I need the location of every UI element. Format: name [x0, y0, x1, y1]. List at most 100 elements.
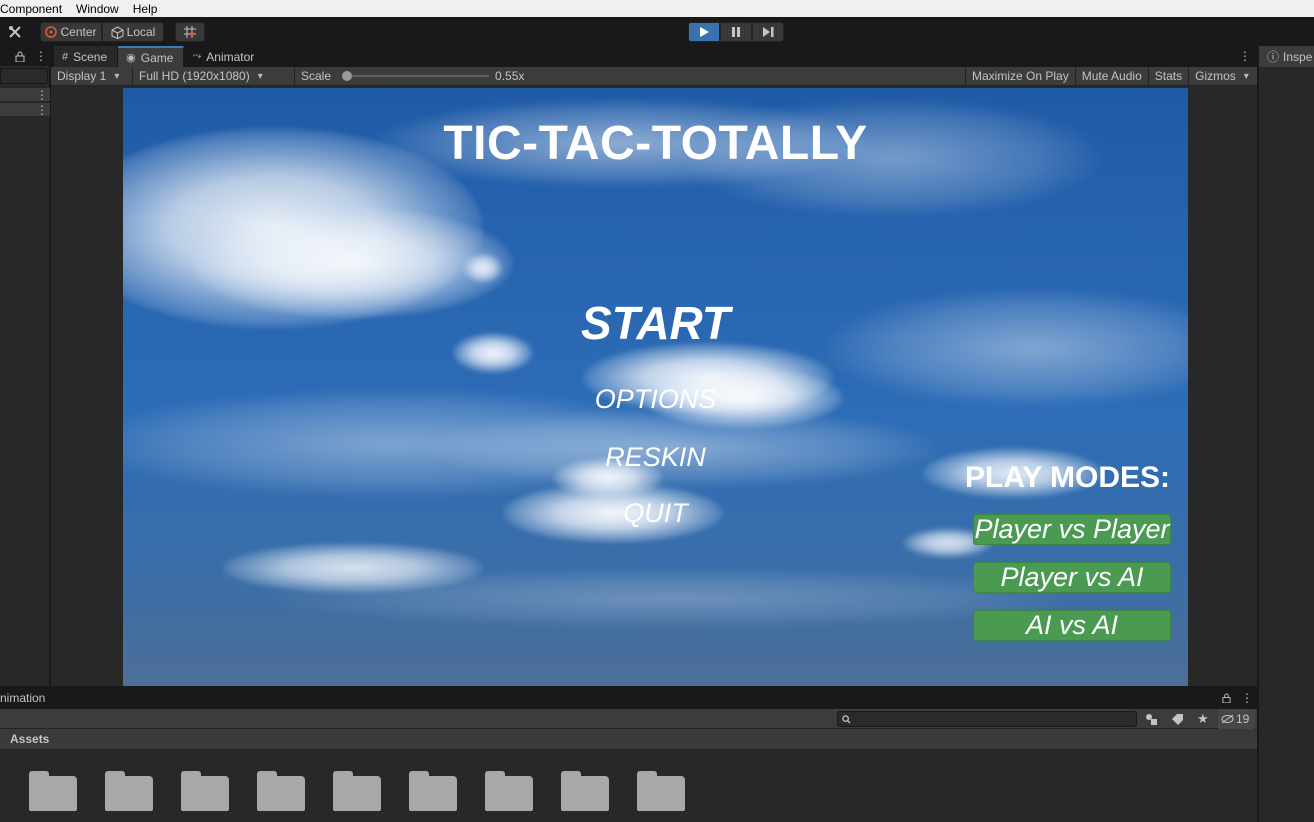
scale-slider-thumb[interactable] — [342, 71, 353, 81]
folder-icon[interactable] — [29, 771, 77, 811]
pivot-local-button[interactable]: Local — [102, 22, 164, 42]
mode-player-vs-player-button[interactable]: Player vs Player — [973, 514, 1171, 545]
scale-label: Scale — [301, 69, 332, 83]
row-menu-icon[interactable]: ⋮ — [36, 103, 48, 117]
hidden-packages-toggle[interactable]: 19 — [1218, 709, 1255, 729]
eye-slash-icon — [1221, 714, 1234, 724]
assets-label[interactable]: Assets — [10, 732, 49, 746]
play-modes-heading: PLAY MODES: — [965, 461, 1171, 494]
local-label: Local — [126, 25, 156, 39]
game-viewport[interactable]: TIC-TAC-TOTALLY START OPTIONS RESKIN QUI… — [123, 88, 1188, 686]
step-button[interactable] — [752, 22, 784, 42]
folder-body — [29, 776, 77, 811]
scene-grid-icon: # — [62, 50, 69, 63]
pause-icon — [732, 27, 740, 37]
hierarchy-menu-icon[interactable]: ⋮ — [35, 49, 47, 63]
game-panel-menu-icon[interactable]: ⋮ — [1239, 49, 1251, 63]
local-cube-icon — [111, 25, 124, 39]
play-button[interactable] — [688, 22, 720, 42]
folder-icon[interactable] — [105, 771, 153, 811]
hierarchy-panel: ⋮ ⋮ ⋮ — [0, 46, 50, 686]
menu-bar: Component Window Help — [0, 0, 1314, 17]
project-panel: nimation ⋮ ★ 19 Assets — [0, 686, 1257, 822]
filter-by-type-icon[interactable] — [1145, 713, 1158, 725]
favorites-star-icon[interactable]: ★ — [1197, 711, 1209, 727]
project-toolbar: ★ 19 — [0, 709, 1257, 729]
folder-icon[interactable] — [257, 771, 305, 811]
display-dropdown[interactable]: Display 1 — [51, 66, 133, 86]
mode-player-vs-ai-button[interactable]: Player vs AI — [973, 562, 1171, 593]
folder-icon[interactable] — [181, 771, 229, 811]
resolution-dropdown[interactable]: Full HD (1920x1080) — [133, 66, 295, 86]
gizmos-label: Gizmos — [1195, 69, 1236, 83]
hierarchy-tabbar: ⋮ — [0, 46, 50, 66]
mute-audio-toggle[interactable]: Mute Audio — [1076, 66, 1149, 86]
folder-icon[interactable] — [561, 771, 609, 811]
hierarchy-row[interactable]: ⋮ — [0, 88, 50, 102]
folder-body — [485, 776, 533, 811]
tab-inspector[interactable]: ⓘ Inspe — [1259, 46, 1314, 67]
tab-animation[interactable]: nimation — [0, 691, 45, 705]
folder-icon[interactable] — [409, 771, 457, 811]
tab-game[interactable]: ◉ Game — [118, 46, 185, 67]
center-icon — [45, 26, 58, 38]
game-view-toolbar: Display 1 Full HD (1920x1080) Scale 0.55… — [51, 66, 1257, 86]
options-button[interactable]: OPTIONS — [123, 384, 1188, 415]
tools-icon[interactable] — [2, 22, 28, 42]
scale-control: Scale 0.55x — [295, 67, 965, 86]
pause-button[interactable] — [720, 22, 752, 42]
play-controls — [688, 22, 784, 42]
stats-label: Stats — [1154, 69, 1183, 83]
gizmos-dropdown[interactable]: Gizmos — [1189, 67, 1253, 86]
inspector-panel: ⓘ Inspe — [1258, 46, 1314, 822]
scale-slider-track — [343, 75, 490, 77]
scale-slider[interactable] — [342, 70, 490, 82]
grid-snap-button[interactable] — [175, 22, 205, 42]
info-icon: ⓘ — [1267, 50, 1280, 64]
filter-by-label-icon[interactable] — [1171, 713, 1184, 725]
game-view-panel: # Scene ◉ Game ⤳ Animator ⋮ Display 1 Fu… — [51, 46, 1257, 686]
folder-body — [105, 776, 153, 811]
folder-icon[interactable] — [485, 771, 533, 811]
start-button[interactable]: START — [123, 296, 1188, 350]
project-menu-icon[interactable]: ⋮ — [1241, 691, 1253, 705]
hierarchy-row[interactable]: ⋮ — [0, 103, 50, 117]
row-menu-icon[interactable]: ⋮ — [36, 88, 48, 102]
animator-icon: ⤳ — [192, 50, 202, 62]
maximize-on-play-toggle[interactable]: Maximize On Play — [965, 66, 1076, 86]
tab-animator-label: Animator — [206, 49, 255, 64]
menu-window[interactable]: Window — [69, 2, 126, 16]
hidden-count: 19 — [1236, 712, 1250, 726]
inspector-tab-label: Inspe — [1283, 49, 1313, 64]
folder-icon[interactable] — [637, 771, 685, 811]
folder-body — [333, 776, 381, 811]
tab-scene[interactable]: # Scene — [54, 46, 119, 67]
display-value: Display 1 — [57, 69, 107, 83]
lock-icon[interactable] — [15, 51, 25, 62]
grid-snap-icon — [184, 26, 196, 38]
folder-body — [561, 776, 609, 811]
sky-cloud — [273, 568, 1073, 628]
mode-ai-vs-ai-button[interactable]: AI vs AI — [973, 610, 1171, 641]
view-tabbar: # Scene ◉ Game ⤳ Animator ⋮ — [51, 46, 1257, 67]
menu-component[interactable]: Component — [0, 2, 69, 16]
gamepad-icon: ◉ — [126, 52, 136, 64]
folder-icon[interactable] — [333, 771, 381, 811]
lock-icon[interactable] — [1222, 693, 1231, 703]
play-icon — [700, 27, 709, 37]
folder-body — [181, 776, 229, 811]
game-title: TIC-TAC-TOTALLY — [443, 117, 868, 170]
menu-help[interactable]: Help — [126, 2, 165, 16]
folder-body — [637, 776, 685, 811]
tab-animator[interactable]: ⤳ Animator — [184, 46, 266, 67]
stats-toggle[interactable]: Stats — [1149, 66, 1190, 86]
project-tabbar: nimation ⋮ — [0, 687, 1257, 709]
project-search-input[interactable] — [837, 711, 1137, 727]
mute-label: Mute Audio — [1081, 69, 1142, 83]
hierarchy-search-input[interactable] — [0, 68, 48, 84]
tab-game-label: Game — [140, 50, 174, 65]
sky-cloud — [463, 253, 503, 283]
pivot-center-button[interactable]: Center — [40, 22, 102, 42]
resolution-value: Full HD (1920x1080) — [139, 69, 250, 83]
folder-body — [257, 776, 305, 811]
